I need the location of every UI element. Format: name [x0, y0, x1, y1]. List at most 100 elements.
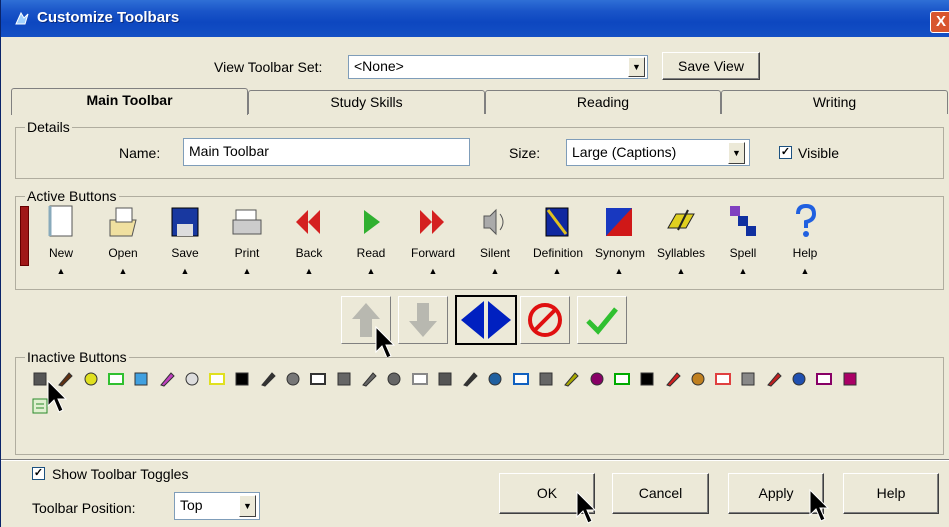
- inactive-tool-icon[interactable]: [537, 370, 555, 388]
- active-button-back[interactable]: Back ▲: [285, 204, 333, 276]
- active-button-label: Silent: [479, 246, 511, 260]
- active-button-help[interactable]: Help ▲: [781, 204, 829, 276]
- down-arrow-icon: [409, 303, 437, 337]
- active-button-definition[interactable]: Definition ▲: [533, 204, 584, 276]
- active-button-label: Definition: [533, 246, 584, 260]
- title-bar[interactable]: Customize Toolbars: [1, 0, 949, 37]
- chevron-down-icon[interactable]: ▼: [628, 57, 645, 77]
- mouse-cursor-icon: [809, 489, 830, 522]
- tab-reading[interactable]: Reading: [485, 90, 721, 114]
- active-button-syllables[interactable]: Syllables ▲: [657, 204, 705, 276]
- inactive-tool-icon[interactable]: [841, 370, 859, 388]
- toolbar-drag-handle[interactable]: [20, 206, 29, 266]
- active-button-save[interactable]: Save ▲: [161, 204, 209, 276]
- read-icon: [364, 210, 380, 234]
- save-view-button[interactable]: Save View: [662, 52, 760, 80]
- inactive-tool-icon[interactable]: [158, 370, 176, 388]
- inactive-tool-icon[interactable]: [486, 370, 504, 388]
- inactive-tool-icon[interactable]: [284, 370, 302, 388]
- inactive-tool-icon[interactable]: [385, 370, 403, 388]
- inactive-tool-icon[interactable]: [512, 370, 530, 388]
- move-up-marker-icon: ▲: [118, 266, 128, 276]
- inactive-tool-icon[interactable]: [790, 370, 808, 388]
- move-up-marker-icon: ▲: [242, 266, 252, 276]
- inactive-tool-icon[interactable]: [739, 370, 757, 388]
- inactive-tool-icon[interactable]: [689, 370, 707, 388]
- active-button-read[interactable]: Read ▲: [347, 204, 395, 276]
- active-button-silent[interactable]: Silent ▲: [471, 204, 519, 276]
- active-button-label: Back: [295, 246, 323, 260]
- new-icon: [48, 205, 73, 237]
- active-button-label: New: [48, 246, 73, 260]
- inactive-tool-icon[interactable]: [259, 370, 277, 388]
- move-horizontal-button[interactable]: [455, 295, 517, 345]
- remove-button[interactable]: [520, 296, 570, 344]
- inactive-tool-icon[interactable]: [562, 370, 580, 388]
- inactive-tool-icon[interactable]: [411, 370, 429, 388]
- silent-icon: [483, 208, 504, 236]
- name-input[interactable]: Main Toolbar: [183, 138, 470, 166]
- inactive-tool-icon[interactable]: [436, 370, 454, 388]
- move-up-marker-icon: ▲: [676, 266, 686, 276]
- move-down-button[interactable]: [398, 296, 448, 344]
- cancel-button[interactable]: Cancel: [612, 473, 709, 514]
- show-toggles-checkbox[interactable]: ✓: [32, 467, 45, 480]
- active-button-print[interactable]: Print ▲: [223, 204, 271, 276]
- active-button-forward[interactable]: Forward ▲: [409, 204, 457, 276]
- help-button[interactable]: Help: [843, 473, 939, 514]
- close-button[interactable]: X: [930, 11, 949, 33]
- name-label: Name:: [119, 145, 161, 161]
- inactive-tool-icon[interactable]: [233, 370, 251, 388]
- move-up-marker-icon: ▲: [614, 266, 624, 276]
- active-button-spell[interactable]: Spell ▲: [719, 204, 767, 276]
- inactive-tool-icon[interactable]: [208, 370, 226, 388]
- name-value: Main Toolbar: [189, 143, 269, 159]
- inactive-tool-icon[interactable]: [183, 370, 201, 388]
- inactive-tool-icon[interactable]: [714, 370, 732, 388]
- synonym-icon: [606, 208, 632, 236]
- inactive-tool-icon[interactable]: [588, 370, 606, 388]
- inactive-tool-icon[interactable]: [664, 370, 682, 388]
- inactive-tool-icon[interactable]: [638, 370, 656, 388]
- mouse-cursor-icon: [576, 491, 597, 524]
- accept-button[interactable]: [577, 296, 627, 344]
- inactive-tool-icon[interactable]: [309, 370, 327, 388]
- inactive-tool-icon[interactable]: [107, 370, 125, 388]
- active-button-label: Synonym: [595, 246, 646, 260]
- active-button-label: Help: [792, 246, 818, 260]
- details-group-title: Details: [25, 119, 72, 135]
- size-dropdown-arrow-icon[interactable]: ▼: [728, 142, 745, 164]
- inactive-tool-icon[interactable]: [132, 370, 150, 388]
- view-toolbar-set-select[interactable]: <None>: [348, 55, 648, 79]
- active-button-new[interactable]: New ▲: [37, 204, 85, 276]
- tab-writing[interactable]: Writing: [721, 90, 948, 114]
- show-toggles-label: Show Toolbar Toggles: [52, 466, 189, 482]
- inactive-tool-icon[interactable]: [82, 370, 100, 388]
- help-icon: [796, 204, 817, 237]
- inactive-tool-icon[interactable]: [360, 370, 378, 388]
- view-toolbar-set-label: View Toolbar Set:: [214, 59, 323, 75]
- size-select[interactable]: Large (Captions): [566, 139, 750, 166]
- print-icon: [232, 209, 262, 235]
- inactive-tool-icon[interactable]: [613, 370, 631, 388]
- move-up-marker-icon: ▲: [180, 266, 190, 276]
- active-button-label: Print: [234, 246, 260, 260]
- mouse-cursor-icon: [47, 380, 68, 413]
- visible-checkbox[interactable]: ✓: [779, 146, 792, 159]
- tab-main-toolbar[interactable]: Main Toolbar: [11, 88, 248, 115]
- spell-icon: [730, 206, 756, 236]
- back-icon: [296, 210, 320, 234]
- size-label: Size:: [509, 145, 541, 161]
- active-button-open[interactable]: Open ▲: [99, 204, 147, 276]
- inactive-tool-icon[interactable]: [335, 370, 353, 388]
- inactive-tool-icon[interactable]: [815, 370, 833, 388]
- inactive-tool-icon[interactable]: [765, 370, 783, 388]
- tab-study-skills[interactable]: Study Skills: [248, 90, 485, 114]
- visible-label: Visible: [798, 145, 839, 161]
- green-check-icon: [586, 307, 618, 335]
- inactive-tool-icon[interactable]: [461, 370, 479, 388]
- toolbar-position-value: Top: [180, 497, 203, 513]
- move-up-marker-icon: ▲: [56, 266, 66, 276]
- active-button-synonym[interactable]: Synonym ▲: [595, 204, 646, 276]
- position-dropdown-arrow-icon[interactable]: ▼: [239, 495, 256, 517]
